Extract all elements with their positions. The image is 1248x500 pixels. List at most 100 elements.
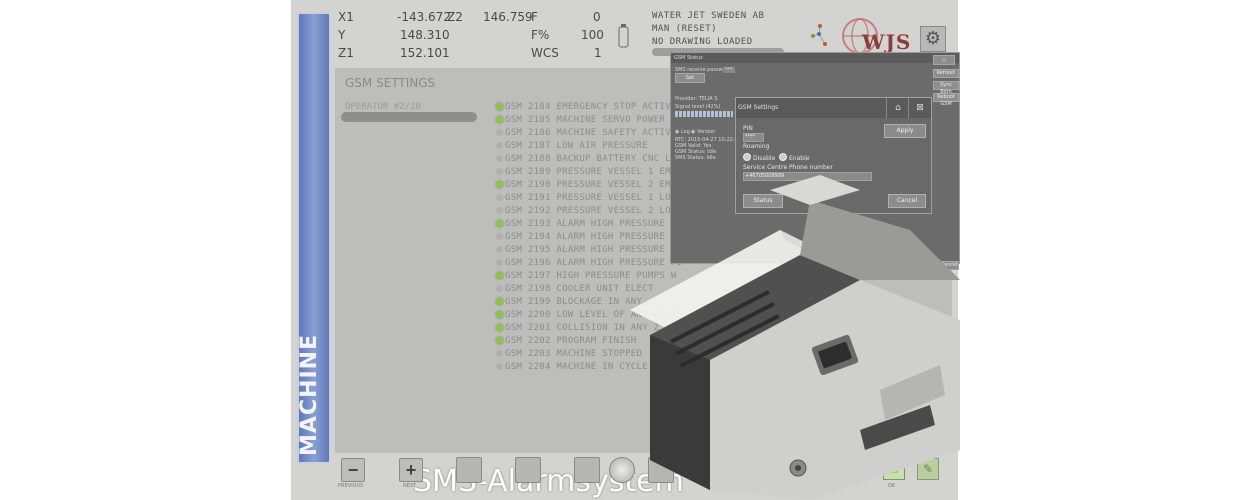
battery-icon <box>618 24 629 48</box>
alarm-code: GSM 2199 <box>505 297 551 307</box>
sync-button[interactable]: Sync Bdm <box>933 81 959 95</box>
refresh-button[interactable]: Refresh <box>933 69 959 78</box>
disable-label: Disable <box>753 155 776 162</box>
alarm-text: LOW AIR PRESSURE <box>556 141 648 151</box>
alarm-item[interactable]: GSM 2185 MACHINE SERVO POWER OF <box>496 114 682 127</box>
alarm-code: GSM 2200 <box>505 310 551 320</box>
reboot-button[interactable]: Reboot GSM <box>933 93 959 107</box>
alarm-code: GSM 2186 <box>505 128 551 138</box>
password-field[interactable]: *** <box>723 67 735 73</box>
status-led-icon <box>496 155 503 162</box>
alarm-item[interactable]: GSM 2188 BACKUP BATTERY CNC LOW <box>496 153 682 166</box>
status-led-icon <box>496 363 503 370</box>
axis-label: Z1 <box>338 46 354 60</box>
camera-icon[interactable]: ⌂ <box>886 98 909 118</box>
drawing-status: NO DRAWING LOADED <box>652 37 753 47</box>
alarm-code: GSM 2192 <box>505 206 551 216</box>
apply-button[interactable]: Apply <box>884 124 926 138</box>
signal-text: Signal level (42%) <box>675 104 721 110</box>
alarm-item[interactable]: GSM 2187 LOW AIR PRESSURE <box>496 140 682 153</box>
status-led-icon <box>496 116 503 123</box>
axis-label: X1 <box>338 10 354 24</box>
logo-text: WJS <box>862 30 912 54</box>
previous-button[interactable]: − <box>341 458 365 482</box>
alarm-code: GSM 2191 <box>505 193 551 203</box>
provider-text: Provider: TELIA S <box>675 96 718 102</box>
company-name: WATER JET SWEDEN AB <box>652 11 765 21</box>
alarm-text: EMERGENCY STOP ACTIVE <box>556 102 677 112</box>
machine-mode: MAN (RESET) <box>652 24 718 34</box>
status-led-icon <box>496 324 503 331</box>
alarm-code: GSM 2201 <box>505 323 551 333</box>
status-led-icon <box>496 259 503 266</box>
sidebar-label: MACHINE <box>297 333 322 456</box>
status-led-icon <box>496 220 503 227</box>
set-button[interactable]: Set <box>675 73 705 83</box>
sidebar-machine[interactable]: MACHINE <box>297 12 331 464</box>
log-radio[interactable]: ◉ Log <box>675 129 690 135</box>
radio-icon <box>743 153 751 161</box>
wjs-logo: WJS <box>840 16 910 56</box>
next-button[interactable]: + <box>399 458 423 482</box>
status-led-icon <box>496 246 503 253</box>
alarm-item[interactable]: GSM 2184 EMERGENCY STOP ACTIVE <box>496 101 682 114</box>
network-icon <box>811 24 827 46</box>
next-label: NEXT <box>403 483 417 489</box>
alarm-item[interactable]: GSM 2186 MACHINE SAFETY ACTIVAT <box>496 127 682 140</box>
axis-label: F <box>531 10 538 24</box>
status-led-icon <box>496 311 503 318</box>
status-led-icon <box>496 337 503 344</box>
version-radio[interactable]: ◉ Version <box>691 129 715 135</box>
alarm-code: GSM 2185 <box>505 115 551 125</box>
alarm-code: GSM 2184 <box>505 102 551 112</box>
axis-value: -143.672 <box>397 10 451 24</box>
footer-button[interactable] <box>456 457 482 483</box>
settings-gear-button[interactable]: ⚙ <box>920 26 946 52</box>
operator-label: OPERATOR #2/10 <box>345 102 421 112</box>
status-led-icon <box>496 285 503 292</box>
alarm-code: GSM 2203 <box>505 349 551 359</box>
status-led-icon <box>496 207 503 214</box>
status-led-icon <box>496 168 503 175</box>
footer-button[interactable] <box>515 457 541 483</box>
status-led-icon <box>496 181 503 188</box>
alarm-code: GSM 2196 <box>505 258 551 268</box>
alarm-code: GSM 2204 <box>505 362 551 372</box>
signal-bar <box>675 111 733 117</box>
version-label: Version <box>696 129 716 135</box>
panel-title: GSM SETTINGS <box>345 76 436 90</box>
disable-radio[interactable]: Disable <box>743 153 775 162</box>
axis-label: Y <box>338 28 346 42</box>
status-led-icon <box>496 350 503 357</box>
alarm-code: GSM 2202 <box>505 336 551 346</box>
alarm-code: GSM 2194 <box>505 232 551 242</box>
previous-label: PREVIOUS <box>338 483 364 489</box>
log-line: SMS Status: Idle <box>675 155 716 161</box>
status-led-icon <box>496 233 503 240</box>
axis-label: WCS <box>531 46 559 60</box>
alarm-code: GSM 2198 <box>505 284 551 294</box>
axis-value: 0 <box>593 10 601 24</box>
close-icon[interactable]: ⊠ <box>908 98 931 118</box>
alarm-code: GSM 2187 <box>505 141 551 151</box>
radio-icon <box>779 153 787 161</box>
status-led-icon <box>496 103 503 110</box>
status-led-icon <box>496 272 503 279</box>
axis-value: 148.310 <box>400 28 450 42</box>
alarm-text: MACHINE SERVO POWER OF <box>556 115 683 125</box>
alarm-code: GSM 2190 <box>505 180 551 190</box>
alarm-text: PROGRAM FINISH <box>556 336 637 346</box>
roaming-label: Roaming <box>743 143 770 150</box>
alarm-code: GSM 2193 <box>505 219 551 229</box>
status-led-icon <box>496 142 503 149</box>
footer-button[interactable] <box>574 457 600 483</box>
enable-radio[interactable]: Enable <box>779 153 809 162</box>
status-led-icon <box>496 194 503 201</box>
pin-input[interactable]: **** <box>743 133 764 142</box>
operator-selector[interactable] <box>341 112 477 122</box>
window-title: GSM Status <box>671 53 959 63</box>
axis-value: 1 <box>594 46 602 60</box>
window-icon-button[interactable]: ▭ <box>933 55 955 65</box>
alarm-code: GSM 2188 <box>505 154 551 164</box>
alarm-text: MACHINE SAFETY ACTIVAT <box>556 128 683 138</box>
